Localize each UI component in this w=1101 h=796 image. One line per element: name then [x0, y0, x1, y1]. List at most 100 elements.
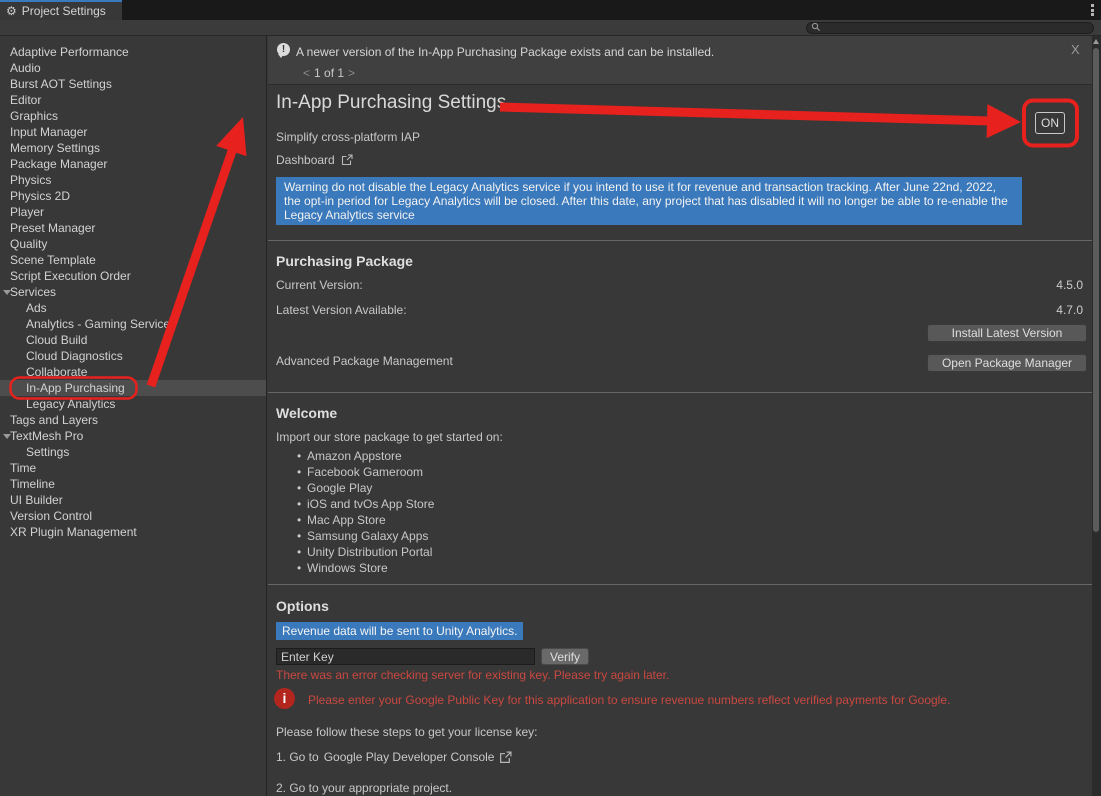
- pager-count: 1 of 1: [314, 66, 344, 80]
- store-list-item: Amazon Appstore: [276, 448, 434, 464]
- notification-message: A newer version of the In-App Purchasing…: [296, 45, 714, 59]
- advanced-package-management-label: Advanced Package Management: [276, 354, 453, 368]
- error-info-icon: i: [274, 688, 295, 709]
- sidebar-item-label: Tags and Layers: [10, 413, 98, 427]
- store-list-item: iOS and tvOs App Store: [276, 496, 434, 512]
- sidebar-item-label: Collaborate: [26, 365, 87, 379]
- license-step-1: 1. Go to Google Play Developer Console: [276, 750, 512, 764]
- foldout-triangle-icon[interactable]: [3, 434, 11, 439]
- vertical-scrollbar[interactable]: [1092, 36, 1101, 796]
- sidebar-item-label: Quality: [10, 237, 47, 251]
- dashboard-link[interactable]: Dashboard: [276, 153, 353, 167]
- sidebar-item-label: Settings: [26, 445, 69, 459]
- service-on-toggle[interactable]: ON: [1035, 112, 1065, 134]
- sidebar-item-label: Cloud Diagnostics: [26, 349, 123, 363]
- sidebar-item-legacy-analytics[interactable]: Legacy Analytics: [0, 396, 266, 412]
- welcome-header: Welcome: [276, 405, 337, 421]
- sidebar-item-label: Graphics: [10, 109, 58, 123]
- sidebar-item-input-manager[interactable]: Input Manager: [0, 124, 266, 140]
- external-link-icon: [341, 154, 353, 166]
- page-title: In-App Purchasing Settings: [276, 92, 506, 114]
- sidebar-item-ui-builder[interactable]: UI Builder: [0, 492, 266, 508]
- sidebar-item-services[interactable]: Services: [0, 284, 266, 300]
- sidebar-item-analytics-gaming-services[interactable]: Analytics - Gaming Services: [0, 316, 266, 332]
- store-list-item: Unity Distribution Portal: [276, 544, 434, 560]
- toolbar: [0, 20, 1101, 36]
- sidebar-item-label: Analytics - Gaming Services: [26, 317, 176, 331]
- notification-bubble-icon: !: [277, 43, 290, 56]
- gear-icon: ⚙: [6, 5, 17, 17]
- sidebar-item-time[interactable]: Time: [0, 460, 266, 476]
- sidebar-item-preset-manager[interactable]: Preset Manager: [0, 220, 266, 236]
- sidebar-item-settings[interactable]: Settings: [0, 444, 266, 460]
- sidebar-item-cloud-build[interactable]: Cloud Build: [0, 332, 266, 348]
- sidebar-item-version-control[interactable]: Version Control: [0, 508, 266, 524]
- latest-version-value: 4.7.0: [1056, 303, 1083, 317]
- tab-strip: ⚙ Project Settings: [0, 0, 1101, 20]
- sidebar-item-label: Physics 2D: [10, 189, 70, 203]
- current-version-label: Current Version:: [276, 278, 363, 292]
- open-package-manager-button[interactable]: Open Package Manager: [927, 354, 1087, 372]
- tab-project-settings[interactable]: ⚙ Project Settings: [0, 0, 122, 20]
- sidebar-item-physics[interactable]: Physics: [0, 172, 266, 188]
- install-latest-version-button[interactable]: Install Latest Version: [927, 324, 1087, 342]
- latest-version-label: Latest Version Available:: [276, 303, 407, 317]
- sidebar-item-cloud-diagnostics[interactable]: Cloud Diagnostics: [0, 348, 266, 364]
- sidebar-item-adaptive-performance[interactable]: Adaptive Performance: [0, 44, 266, 60]
- external-link-icon[interactable]: [499, 751, 512, 764]
- sidebar-item-label: Player: [10, 205, 44, 219]
- sidebar-item-scene-template[interactable]: Scene Template: [0, 252, 266, 268]
- notification-close-button[interactable]: X: [1071, 42, 1080, 57]
- notification-pager: <1 of 1>: [299, 66, 359, 80]
- search-icon: [811, 19, 821, 37]
- service-subtitle: Simplify cross-platform IAP: [276, 130, 420, 144]
- sidebar-item-label: Ads: [26, 301, 47, 315]
- sidebar-item-in-app-purchasing[interactable]: In-App Purchasing: [0, 380, 266, 396]
- foldout-triangle-icon[interactable]: [3, 290, 11, 295]
- sidebar-item-physics-2d[interactable]: Physics 2D: [0, 188, 266, 204]
- sidebar-item-label: Scene Template: [10, 253, 96, 267]
- project-settings-window: ⚙ Project Settings Adaptive PerformanceA…: [0, 0, 1101, 796]
- scroll-up-arrow-icon[interactable]: [1093, 39, 1099, 44]
- kebab-menu-icon[interactable]: [1091, 4, 1095, 16]
- sidebar-item-burst-aot-settings[interactable]: Burst AOT Settings: [0, 76, 266, 92]
- settings-category-sidebar: Adaptive PerformanceAudioBurst AOT Setti…: [0, 36, 267, 796]
- store-list: Amazon AppstoreFacebook GameroomGoogle P…: [276, 448, 434, 576]
- sidebar-item-xr-plugin-management[interactable]: XR Plugin Management: [0, 524, 266, 540]
- search-input[interactable]: [821, 23, 1089, 33]
- sidebar-item-label: Editor: [10, 93, 41, 107]
- license-step-2: 2. Go to your appropriate project.: [276, 781, 452, 795]
- sidebar-item-quality[interactable]: Quality: [0, 236, 266, 252]
- google-play-console-link[interactable]: Google Play Developer Console: [324, 750, 495, 764]
- sidebar-item-graphics[interactable]: Graphics: [0, 108, 266, 124]
- store-list-item: Mac App Store: [276, 512, 434, 528]
- sidebar-item-label: Cloud Build: [26, 333, 87, 347]
- sidebar-item-script-execution-order[interactable]: Script Execution Order: [0, 268, 266, 284]
- scrollbar-thumb[interactable]: [1093, 48, 1099, 532]
- license-key-input[interactable]: [276, 648, 535, 665]
- tab-title: Project Settings: [22, 4, 106, 18]
- sidebar-list: Adaptive PerformanceAudioBurst AOT Setti…: [0, 44, 266, 540]
- sidebar-item-label: Burst AOT Settings: [10, 77, 112, 91]
- step1-prefix: 1. Go to: [276, 750, 319, 764]
- sidebar-item-label: Legacy Analytics: [26, 397, 115, 411]
- verify-button[interactable]: Verify: [541, 648, 589, 665]
- sidebar-item-tags-and-layers[interactable]: Tags and Layers: [0, 412, 266, 428]
- sidebar-item-player[interactable]: Player: [0, 204, 266, 220]
- search-box[interactable]: [806, 22, 1094, 34]
- sidebar-item-label: Package Manager: [10, 157, 107, 171]
- sidebar-item-timeline[interactable]: Timeline: [0, 476, 266, 492]
- legacy-analytics-warning: Warning do not disable the Legacy Analyt…: [276, 177, 1022, 225]
- pager-prev-button[interactable]: <: [299, 66, 314, 80]
- sidebar-item-label: In-App Purchasing: [26, 381, 125, 395]
- sidebar-item-textmesh-pro[interactable]: TextMesh Pro: [0, 428, 266, 444]
- pager-next-button[interactable]: >: [344, 66, 359, 80]
- section-divider: [268, 240, 1092, 241]
- google-key-message: Please enter your Google Public Key for …: [308, 693, 950, 707]
- sidebar-item-collaborate[interactable]: Collaborate: [0, 364, 266, 380]
- sidebar-item-audio[interactable]: Audio: [0, 60, 266, 76]
- sidebar-item-package-manager[interactable]: Package Manager: [0, 156, 266, 172]
- sidebar-item-ads[interactable]: Ads: [0, 300, 266, 316]
- sidebar-item-editor[interactable]: Editor: [0, 92, 266, 108]
- sidebar-item-memory-settings[interactable]: Memory Settings: [0, 140, 266, 156]
